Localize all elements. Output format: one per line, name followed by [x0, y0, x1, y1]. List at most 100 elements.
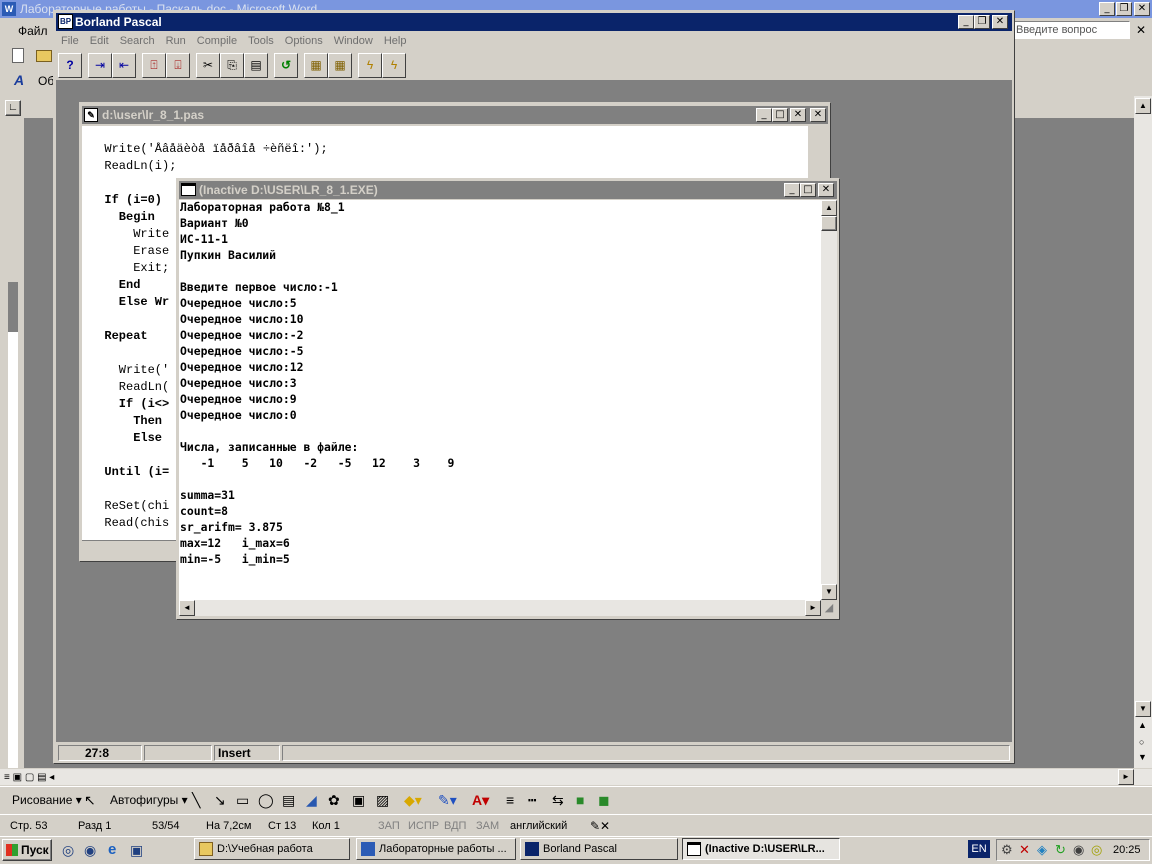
bp-menu-search[interactable]: Search — [120, 35, 155, 47]
prev-page-icon[interactable]: ▲ — [1138, 720, 1147, 730]
copy-icon[interactable]: ⎘ — [220, 53, 244, 78]
word-minimize-button[interactable]: _ — [1099, 2, 1115, 16]
arrow-style-icon[interactable]: ⇆ — [552, 792, 564, 808]
3d-icon[interactable]: ◼ — [598, 792, 610, 808]
style-box[interactable]: Об — [38, 74, 54, 88]
word-close-button[interactable]: ✕ — [1134, 2, 1150, 16]
drawing-menu[interactable]: Рисование ▾ — [12, 793, 82, 807]
tray-icon-3[interactable]: ◈ — [1037, 842, 1047, 858]
editor-maximize-button[interactable]: □ — [772, 108, 788, 122]
select-objects-icon[interactable]: ↖ — [84, 792, 96, 808]
run-debug-icon[interactable]: ϟ — [382, 53, 406, 78]
word-horizontal-scrollbar[interactable]: ≡ ▣ ▢ ▤ ◂ ► — [0, 768, 1152, 785]
step-over-icon[interactable]: ⇥ — [88, 53, 112, 78]
quicklaunch-ie-icon[interactable]: e — [108, 841, 116, 858]
console-hscroll[interactable]: ◄ ► — [179, 600, 821, 616]
dash-style-icon[interactable]: ┅ — [528, 792, 536, 808]
line-icon[interactable]: ╲ — [192, 792, 200, 808]
help-icon[interactable]: ? — [58, 53, 82, 78]
rectangle-icon[interactable]: ▭ — [236, 792, 249, 808]
tray-icon-5[interactable]: ◉ — [1073, 842, 1084, 858]
undo-icon[interactable]: ↺ — [274, 53, 298, 78]
bp-restore-button[interactable]: ❐ — [974, 15, 990, 29]
line-style-icon[interactable]: ≡ — [506, 792, 514, 808]
arrow-icon[interactable]: ↘ — [214, 792, 226, 808]
task-console[interactable]: (Inactive D:\USER\LR... — [682, 838, 840, 860]
picture-icon[interactable]: ▨ — [376, 792, 389, 808]
console-vscroll[interactable]: ▲ ▼ — [821, 200, 837, 600]
status-trk[interactable]: ИСПР — [408, 815, 439, 837]
quicklaunch-desktop-icon[interactable]: ◎ — [62, 842, 74, 859]
console-scroll-down-icon[interactable]: ▼ — [821, 584, 837, 600]
word-help-box[interactable]: Введите вопрос — [1014, 21, 1130, 39]
quicklaunch-media-icon[interactable]: ◉ — [84, 842, 96, 859]
styles-icon[interactable]: A — [14, 72, 24, 88]
task-folder[interactable]: D:\Учебная работа — [194, 838, 350, 860]
view-buttons[interactable]: ≡ ▣ ▢ ▤ ◂ — [4, 770, 84, 785]
open-folder-icon[interactable] — [36, 50, 52, 62]
editor-close-extra-button[interactable]: ✕ — [810, 108, 826, 122]
console-minimize-button[interactable]: _ — [784, 183, 800, 197]
paste-icon[interactable]: ▤ — [244, 53, 268, 78]
console-resize-grip-icon[interactable]: ◢ — [821, 600, 837, 616]
word-menu-file[interactable]: Файл — [18, 24, 48, 38]
tray-icon-4[interactable]: ↻ — [1055, 842, 1066, 858]
word-help-close-icon[interactable]: ✕ — [1136, 23, 1146, 37]
tray-icon-2[interactable]: ✕ — [1019, 842, 1030, 858]
tray-icon-6[interactable]: ◎ — [1091, 842, 1102, 858]
line-color-icon[interactable]: ✎▾ — [438, 792, 457, 808]
clipart-icon[interactable]: ▣ — [352, 792, 365, 808]
console-scroll-up-icon[interactable]: ▲ — [821, 200, 837, 216]
bp-menu-compile[interactable]: Compile — [197, 35, 237, 47]
console-close-button[interactable]: ✕ — [818, 183, 834, 197]
status-rec[interactable]: ЗАП — [378, 815, 400, 837]
bp-menu-options[interactable]: Options — [285, 35, 323, 47]
bp-menu-tools[interactable]: Tools — [248, 35, 274, 47]
diagram-icon[interactable]: ✿ — [328, 792, 340, 808]
autoshapes-menu[interactable]: Автофигуры ▾ — [110, 793, 188, 807]
run-icon[interactable]: ϟ — [358, 53, 382, 78]
editor-close-button[interactable]: ✕ — [790, 108, 806, 122]
start-button[interactable]: Пуск — [2, 839, 52, 861]
next-page-icon[interactable]: ▼ — [1138, 752, 1147, 762]
bp-close-button[interactable]: ✕ — [992, 15, 1008, 29]
editor-minimize-button[interactable]: _ — [756, 108, 772, 122]
wordart-icon[interactable]: ◢ — [306, 792, 317, 808]
quicklaunch-outlook-icon[interactable]: ▣ — [130, 842, 143, 859]
oval-icon[interactable]: ◯ — [258, 792, 274, 808]
textbox-icon[interactable]: ▤ — [282, 792, 295, 808]
scroll-right-icon[interactable]: ► — [1118, 769, 1134, 785]
bp-menu-file[interactable]: File — [61, 35, 79, 47]
font-color-icon[interactable]: A▾ — [472, 792, 489, 808]
trace-into-icon[interactable]: ⇤ — [112, 53, 136, 78]
console-scroll-right-icon[interactable]: ► — [805, 600, 821, 616]
status-ext[interactable]: ВДП — [444, 815, 466, 837]
word-restore-button[interactable]: ❐ — [1116, 2, 1132, 16]
word-vertical-scrollbar[interactable]: ▲ ▼ ▲ ○ ▼ — [1134, 96, 1152, 768]
tray-icon-1[interactable]: ⚙ — [1001, 842, 1013, 858]
spelling-status-icon[interactable]: ✎✕ — [590, 815, 610, 837]
new-doc-icon[interactable] — [12, 48, 24, 63]
task-word[interactable]: Лабораторные работы ... — [356, 838, 516, 860]
status-ovr[interactable]: ЗАМ — [476, 815, 499, 837]
task-borland[interactable]: Borland Pascal — [520, 838, 678, 860]
compile-icon[interactable]: ▦ — [304, 53, 328, 78]
tab-stop-selector[interactable]: ∟ — [5, 100, 21, 116]
console-scroll-left-icon[interactable]: ◄ — [179, 600, 195, 616]
console-maximize-button[interactable]: □ — [800, 183, 816, 197]
scroll-down-icon[interactable]: ▼ — [1135, 701, 1151, 717]
cut-icon[interactable]: ✂ — [196, 53, 220, 78]
language-indicator[interactable]: EN — [968, 840, 990, 858]
bp-menu-edit[interactable]: Edit — [90, 35, 109, 47]
shadow-icon[interactable]: ■ — [576, 792, 584, 808]
fill-color-icon[interactable]: ◆▾ — [404, 792, 422, 808]
make-icon[interactable]: ▦ — [328, 53, 352, 78]
bp-menu-window[interactable]: Window — [334, 35, 373, 47]
find-icon[interactable]: ⍐ — [142, 53, 166, 78]
console-scroll-thumb[interactable] — [821, 216, 837, 231]
bp-menu-help[interactable]: Help — [384, 35, 407, 47]
console-output-area[interactable]: Лабораторная работа №8_1 Вариант №0 ИС-11-… — [179, 200, 821, 600]
bp-minimize-button[interactable]: _ — [958, 15, 974, 29]
scroll-up-icon[interactable]: ▲ — [1135, 98, 1151, 114]
bp-menu-run[interactable]: Run — [166, 35, 186, 47]
